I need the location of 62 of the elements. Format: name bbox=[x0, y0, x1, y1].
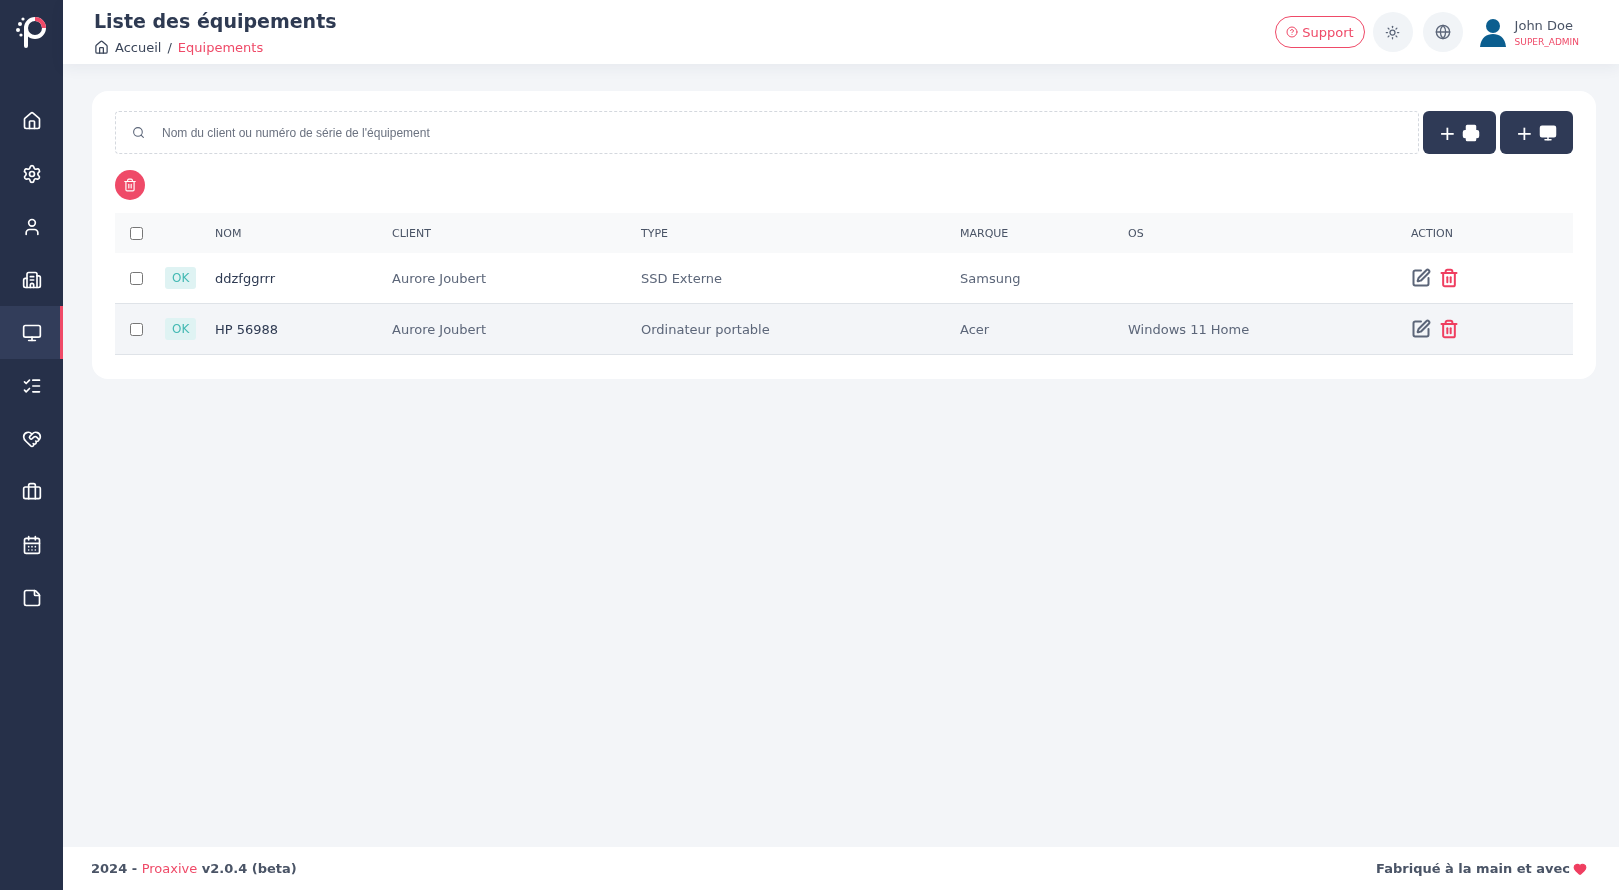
calendar-icon bbox=[21, 534, 42, 555]
sun-icon bbox=[1385, 24, 1401, 40]
table-cell-text: Aurore Joubert bbox=[392, 270, 488, 286]
column-header: OS bbox=[1128, 226, 1145, 240]
note-icon bbox=[21, 587, 42, 608]
monitor-icon bbox=[21, 322, 42, 343]
support-button[interactable]: Support bbox=[1275, 16, 1365, 48]
table-cell-text: Aurore Joubert bbox=[392, 321, 488, 337]
breadcrumb-separator: / bbox=[167, 39, 172, 55]
language-button[interactable] bbox=[1422, 12, 1463, 52]
settings-icon bbox=[21, 163, 42, 184]
delete-selected-button[interactable] bbox=[115, 170, 145, 200]
building-icon bbox=[21, 269, 42, 290]
status-badge: OK bbox=[165, 318, 197, 340]
edit-icon bbox=[1411, 268, 1431, 288]
printer-icon bbox=[1461, 123, 1480, 142]
status-badge: OK bbox=[165, 267, 197, 289]
logo bbox=[14, 14, 49, 50]
trash-icon bbox=[1439, 319, 1459, 339]
sidebar-item[interactable] bbox=[0, 306, 63, 359]
user-name: John Doe bbox=[1514, 17, 1574, 33]
delete-button[interactable] bbox=[1439, 319, 1459, 339]
help-icon bbox=[1286, 26, 1299, 38]
table-cell-text: ddzfggrrr bbox=[215, 270, 276, 286]
table-row[interactable]: OK HP 56988 Aurore Joubert Ordinateur portable Acer Windows 11 Home bbox=[115, 304, 1573, 355]
edit-button[interactable] bbox=[1411, 319, 1431, 339]
column-header: CLIENT bbox=[392, 226, 432, 240]
monitor-icon bbox=[1538, 123, 1557, 142]
breadcrumb-link[interactable]: Accueil bbox=[115, 39, 162, 55]
table-cell-text: HP 56988 bbox=[215, 321, 280, 337]
table-cell-text: Acer bbox=[960, 321, 991, 337]
column-header: TYPE bbox=[641, 226, 670, 240]
heart-icon bbox=[1573, 861, 1587, 876]
footer-copyright: 2024 - Proaxive v2.0.4 (beta) bbox=[91, 861, 297, 876]
breadcrumb-link[interactable]: Equipements bbox=[177, 39, 264, 55]
column-header: ACTION bbox=[1411, 226, 1454, 240]
table-cell-text: Windows 11 Home bbox=[1128, 321, 1251, 337]
home-icon bbox=[21, 110, 42, 131]
column-header: NOM bbox=[215, 226, 243, 240]
add-button[interactable]: + bbox=[1423, 111, 1496, 154]
globe-icon bbox=[1434, 24, 1451, 40]
footer-credit: Fabriqué à la main et avec bbox=[1376, 861, 1570, 876]
trash-icon bbox=[123, 178, 137, 192]
table-cell-text: SSD Externe bbox=[641, 270, 723, 286]
delete-button[interactable] bbox=[1439, 268, 1459, 288]
row-checkbox[interactable] bbox=[130, 322, 143, 336]
avatar-icon bbox=[1478, 17, 1507, 47]
column-header: MARQUE bbox=[960, 226, 1010, 240]
user-role: SUPER_ADMIN bbox=[1514, 36, 1579, 47]
heart-handshake-icon bbox=[21, 428, 42, 449]
home-icon bbox=[94, 39, 109, 55]
page-title: Liste des équipements bbox=[94, 9, 338, 32]
briefcase-icon bbox=[21, 481, 42, 502]
edit-icon bbox=[1411, 319, 1431, 339]
add-button[interactable]: + bbox=[1500, 111, 1573, 154]
trash-icon bbox=[1439, 268, 1459, 288]
search-field[interactable]: Nom du client ou numéro de série de l'équipement bbox=[115, 111, 1419, 154]
select-all-checkbox[interactable] bbox=[130, 226, 143, 240]
table-cell-text: Samsung bbox=[960, 270, 1022, 286]
table-cell-text: Ordinateur portable bbox=[641, 321, 771, 337]
edit-button[interactable] bbox=[1411, 268, 1431, 288]
row-checkbox[interactable] bbox=[130, 271, 143, 285]
